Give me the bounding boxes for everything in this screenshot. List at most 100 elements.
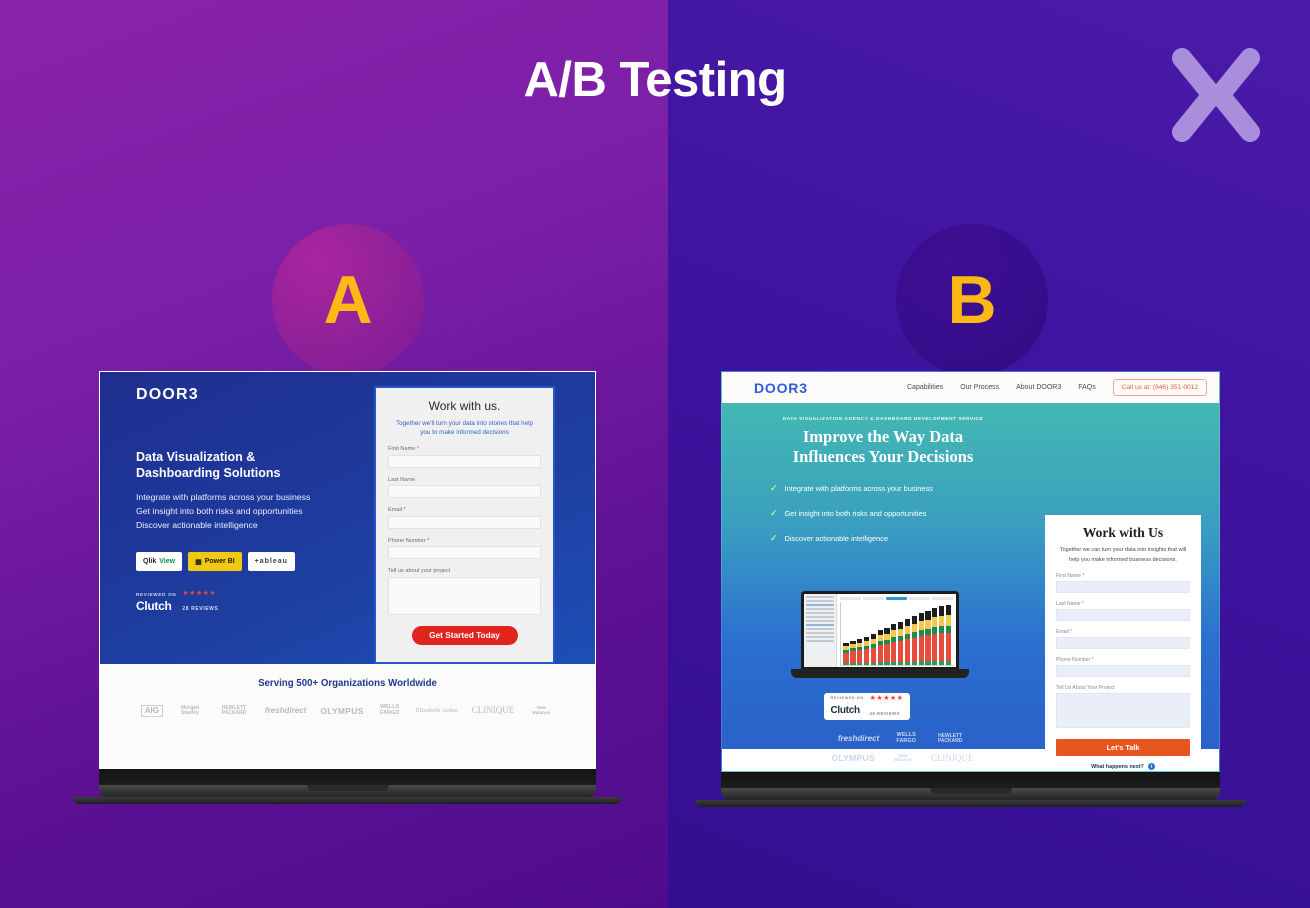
client-logo-new-balance: New Balance [532, 705, 550, 716]
laptop-a-foot [73, 797, 622, 804]
nav-item-capabilities[interactable]: Capabilities [907, 384, 943, 391]
form-b-submit-button[interactable]: Let's Talk [1056, 739, 1190, 757]
tech-badges-a: Qlik View ▦ Power BI +ableau [136, 552, 374, 572]
tableau-badge: +ableau [247, 552, 295, 572]
client-logo-morgan-stanley: Morgan Stanley [180, 704, 199, 717]
laptop-a-base [99, 785, 596, 797]
check-icon: ✓ [770, 533, 778, 544]
form-b-label-last-name: Last Name * [1056, 601, 1085, 608]
info-icon[interactable]: i [1147, 763, 1155, 771]
form-b-input-first-name[interactable] [1056, 581, 1190, 594]
nav-item-about-door3[interactable]: About DOOR3 [1016, 384, 1061, 391]
screenshot-b: DOOR3 Capabilities Our Process About DOO… [721, 371, 1220, 772]
headline-b: Improve the Way Data Influences Your Dec… [722, 427, 1044, 467]
form-b-subtitle: Together we can turn your data into insi… [1059, 547, 1187, 563]
clients-b-logo-row-1: freshdirect WELLS FARGO HEWLETT PACKARD [800, 732, 1005, 745]
dashboard-mock-chart-area [837, 594, 956, 667]
headline-a-line1: Data Visualization & [136, 450, 256, 464]
what-happens-next-label: What happens next? [1091, 763, 1144, 770]
check-icon: ✓ [770, 483, 778, 494]
form-b-title: Work with Us [1082, 525, 1164, 540]
variant-badge-b: B [896, 224, 1048, 376]
headline-b-line2: Influences Your Decisions [792, 447, 974, 467]
powerbi-badge-label: Power BI [204, 558, 235, 566]
door3-logo-b: DOOR3 [754, 379, 808, 396]
client-logo-wells-fargo-b: WELLS FARGO [896, 732, 916, 744]
headline-a-line2: Dashboarding Solutions [136, 466, 281, 480]
clients-b-logo-row-2: OLYMPUS New Balance CLINIQUE [800, 752, 1005, 763]
form-b-label-phone: Phone Number * [1056, 657, 1094, 664]
what-happens-next-link[interactable]: What happens next? i [1056, 763, 1190, 771]
bullet-b-2-label: Get insight into both risks and opportun… [784, 509, 927, 519]
laptop-a-bezel [99, 769, 596, 785]
headline-b-line1: Improve the Way Data [802, 427, 964, 446]
client-logo-hewlett-packard-b: HEWLETT PACKARD [937, 732, 963, 744]
form-a-textarea-project[interactable] [388, 576, 541, 615]
clients-section-a: Serving 500+ Organizations Worldwide AIG… [100, 664, 595, 768]
clients-section-b: freshdirect WELLS FARGO HEWLETT PACKARD … [800, 732, 1005, 771]
form-b-input-phone[interactable] [1056, 665, 1190, 678]
clutch-badge-b: REVIEWED ON Clutch ★★★★★ 28 REVIEWS [824, 693, 910, 720]
dashboard-mock-base [791, 669, 969, 678]
qlikview-badge-prefix: Qlik [143, 558, 157, 566]
client-logo-freshdirect-b: freshdirect [837, 733, 880, 743]
clutch-b-count: 28 REVIEWS [869, 710, 900, 716]
variant-badge-a: A [272, 224, 424, 376]
form-b-input-email[interactable] [1056, 637, 1190, 650]
variant-badge-a-label: A [323, 262, 373, 338]
form-a-input-last-name[interactable] [388, 485, 541, 499]
form-a-input-first-name[interactable] [388, 454, 541, 468]
form-b-input-last-name[interactable] [1056, 609, 1190, 622]
client-logo-new-balance-b: New Balance [894, 752, 912, 763]
clutch-badge-a: REVIEWED ON Clutch ★★★★★ 28 REVIEWS [136, 589, 374, 615]
form-a-input-email[interactable] [388, 515, 541, 529]
bullet-b-1: ✓ Integrate with platforms across your b… [770, 483, 1219, 494]
laptop-b-base [721, 788, 1220, 800]
bullet-b-3-label: Discover actionable intelligence [784, 534, 889, 544]
powerbi-badge: ▦ Power BI [188, 552, 242, 572]
laptop-mockup-b: DOOR3 Capabilities Our Process About DOO… [695, 371, 1246, 807]
clutch-b-name: Clutch [830, 705, 860, 716]
dashboard-mock-inner [804, 594, 956, 667]
form-b-label-project: Tell Us About Your Project [1056, 685, 1115, 692]
clients-a-title: Serving 500+ Organizations Worldwide [258, 678, 437, 689]
bullet-a-1: Integrate with platforms across your bus… [136, 492, 311, 502]
client-logo-freshdirect: freshdirect [264, 706, 307, 715]
clutch-b-reviewed-on: REVIEWED ON [830, 695, 864, 700]
nav-call-us-button[interactable]: Call us at: (646) 351-0012 [1112, 379, 1207, 396]
form-a-label-email: Email * [388, 507, 406, 514]
check-icon: ✓ [770, 508, 778, 519]
form-a-input-phone[interactable] [388, 546, 541, 560]
powerbi-icon: ▦ [195, 558, 202, 566]
hero-copy-a: DOOR3 Data Visualization & Dashboarding … [100, 372, 374, 664]
client-logo-wells-fargo: WELLS FARGO [379, 704, 400, 717]
hero-section-a: DOOR3 Data Visualization & Dashboarding … [100, 372, 595, 664]
clutch-b-stars: ★★★★★ [869, 694, 904, 702]
hero-section-b: DATA VISUALIZATION AGENCY & DASHBOARD DE… [722, 403, 1219, 771]
client-logo-aig: AIG [140, 705, 163, 718]
nav-item-our-process[interactable]: Our Process [960, 384, 999, 391]
nav-item-faqs[interactable]: FAQs [1078, 384, 1096, 391]
client-logo-olympus: OLYMPUS [320, 705, 364, 716]
qlikview-badge: Qlik View [136, 552, 183, 572]
clients-a-logo-row: AIG Morgan Stanley HEWLETT PACKARD fresh… [100, 704, 595, 718]
form-a-submit-button[interactable]: Get Started Today [411, 625, 518, 645]
qlikview-badge-suffix: View [159, 558, 176, 566]
laptop-mockup-a: DOOR3 Data Visualization & Dashboarding … [73, 371, 622, 804]
dashboard-mock-toolbar [840, 597, 953, 600]
form-a-label-phone: Phone Number * [388, 537, 430, 544]
form-a-subtitle: Together we'll turn your data into stori… [395, 420, 533, 437]
clutch-a-stars: ★★★★★ [182, 590, 217, 598]
client-logo-clinique: CLINIQUE [471, 705, 515, 716]
form-b-label-first-name: First Name * [1056, 573, 1085, 580]
laptop-b-foot [695, 800, 1246, 807]
tableau-badge-label: +ableau [254, 558, 288, 566]
bullets-a: Integrate with platforms across your bus… [136, 490, 374, 532]
bullet-b-1-label: Integrate with platforms across your bus… [784, 484, 933, 494]
navbar-b: DOOR3 Capabilities Our Process About DOO… [722, 372, 1219, 403]
x-chevrons-logo-icon [1172, 48, 1260, 142]
laptop-b-bezel [721, 772, 1220, 788]
eyebrow-b: DATA VISUALIZATION AGENCY & DASHBOARD DE… [782, 417, 984, 422]
form-b-textarea-project[interactable] [1056, 693, 1190, 729]
variant-badge-b-label: B [947, 262, 997, 338]
